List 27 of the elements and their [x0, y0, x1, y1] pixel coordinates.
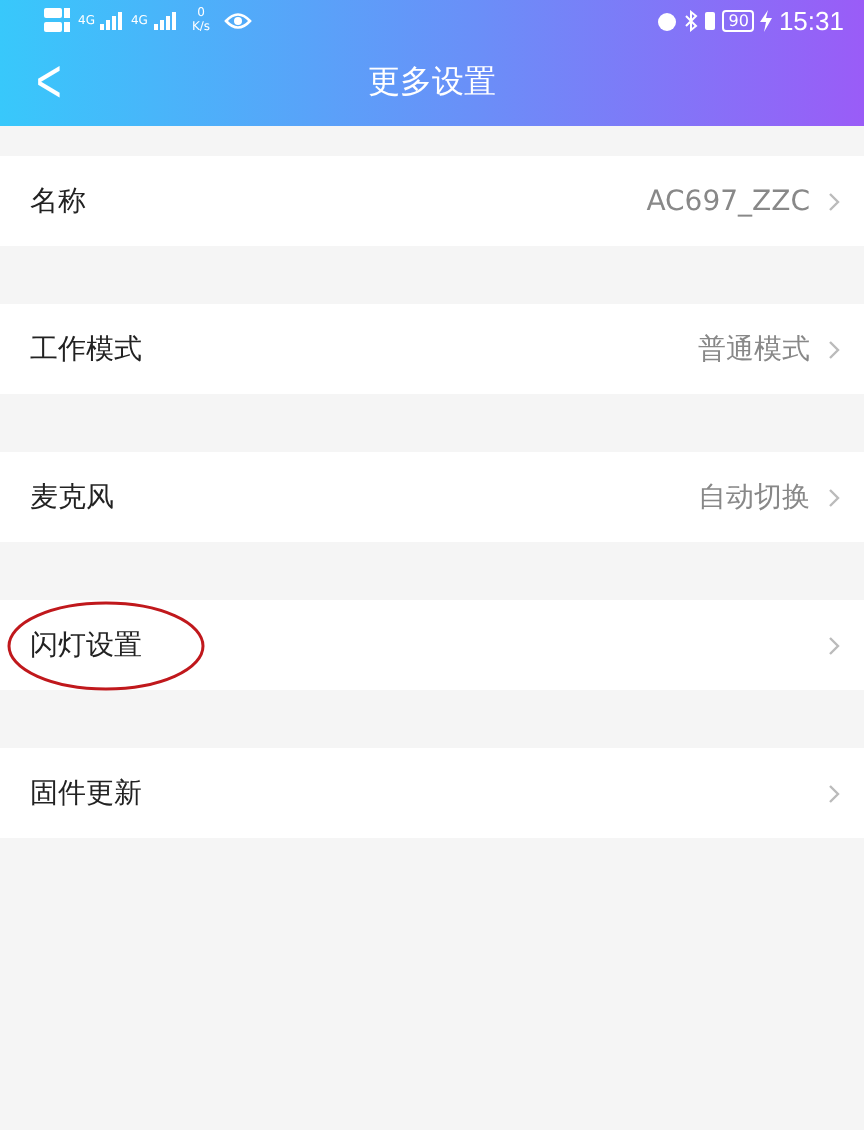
- signal-icon: [153, 11, 178, 29]
- clock-time: 15:31: [778, 5, 844, 35]
- settings-row[interactable]: 麦克风 自动切换: [0, 452, 864, 542]
- chevron-icon: [828, 191, 840, 211]
- charging-icon: [760, 9, 773, 31]
- battery-level: 90: [722, 9, 755, 31]
- chevron-icon: [828, 487, 840, 507]
- setting-value: 普通模式: [698, 331, 810, 367]
- bluetooth-icon: [684, 9, 699, 31]
- setting-label: 麦克风: [30, 479, 114, 515]
- setting-label: 工作模式: [30, 331, 142, 367]
- chevron-icon: [828, 783, 840, 803]
- settings-row[interactable]: 固件更新: [0, 748, 864, 838]
- setting-value: AC697_ZZC: [646, 185, 810, 217]
- settings-row[interactable]: 工作模式 普通模式: [0, 304, 864, 394]
- signal-icon: [100, 11, 125, 29]
- settings-row[interactable]: 名称 AC697_ZZC: [0, 156, 864, 246]
- settings-row[interactable]: 闪灯设置: [0, 600, 864, 690]
- setting-label: 名称: [30, 183, 86, 219]
- page-title: 更多设置: [368, 62, 496, 104]
- setting-label: 固件更新: [30, 775, 142, 811]
- sim-icon: [44, 6, 72, 34]
- chevron-icon: [828, 339, 840, 359]
- setting-label: 闪灯设置: [30, 627, 142, 663]
- setting-value: 自动切换: [698, 479, 810, 515]
- eye-icon: [224, 11, 253, 29]
- chevron-icon: [828, 635, 840, 655]
